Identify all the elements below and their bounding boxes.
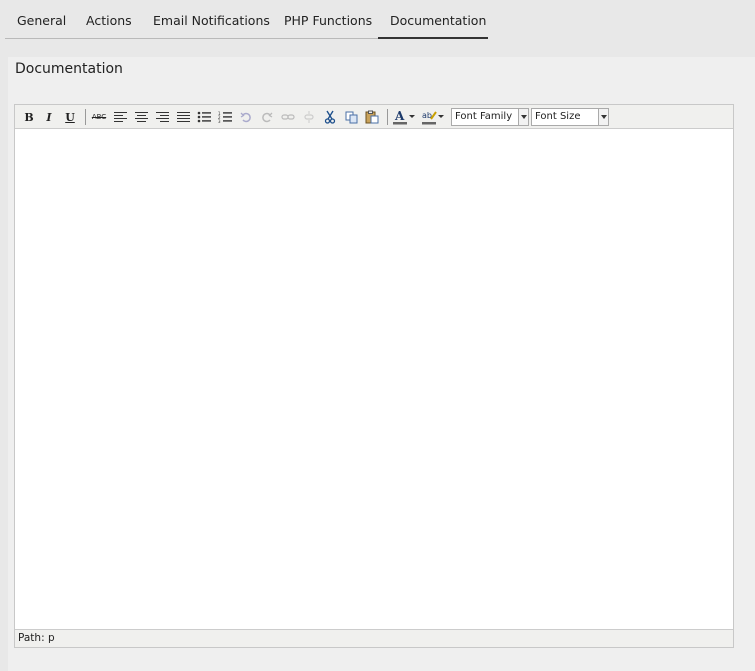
strikethrough-button[interactable]: ABC [90, 108, 108, 126]
active-tab-indicator [378, 37, 488, 39]
chevron-down-icon[interactable] [518, 109, 528, 125]
text-color-button[interactable]: A [392, 108, 408, 126]
toolbar-separator [85, 109, 86, 125]
tab-general[interactable]: General [17, 13, 66, 39]
background-color-button[interactable]: ab [421, 108, 437, 126]
align-right-icon [155, 111, 169, 123]
text-color-dropdown[interactable] [408, 108, 417, 126]
text-color-icon: A [393, 109, 407, 125]
align-left-icon [113, 111, 127, 123]
numbered-list-icon: 1 2 3 [218, 111, 232, 123]
font-family-select[interactable]: Font Family [451, 108, 529, 126]
paste-button[interactable] [363, 108, 381, 126]
tab-email-notifications[interactable]: Email Notifications [153, 13, 270, 39]
undo-icon [240, 112, 251, 123]
cut-button[interactable] [321, 108, 339, 126]
scissors-icon [324, 110, 336, 124]
bold-button[interactable]: B [20, 108, 38, 126]
copy-button[interactable] [342, 108, 360, 126]
clipboard-icon [365, 110, 379, 124]
copy-icon [345, 111, 357, 123]
font-family-label: Font Family [455, 111, 513, 122]
editor-toolbar: B I U ABC 1 2 3 A ab Font Family Font Si… [15, 105, 733, 129]
underline-button[interactable]: U [61, 108, 79, 126]
tab-php-functions[interactable]: PHP Functions [284, 13, 372, 39]
rich-text-editor: B I U ABC 1 2 3 A ab Font Family Font Si… [14, 104, 734, 648]
background-color-dropdown[interactable] [437, 108, 446, 126]
justify-button[interactable] [174, 108, 192, 126]
editor-status-path: Path: p [15, 629, 733, 647]
redo-button[interactable] [258, 108, 276, 126]
highlight-color-icon: ab [422, 111, 437, 125]
tab-actions[interactable]: Actions [86, 13, 132, 39]
redo-icon [262, 112, 273, 123]
link-button[interactable] [279, 108, 297, 126]
svg-text:3: 3 [218, 119, 221, 123]
italic-button[interactable]: I [40, 108, 58, 126]
unlink-button[interactable] [300, 108, 318, 126]
svg-text:A: A [394, 109, 405, 123]
align-center-button[interactable] [132, 108, 150, 126]
editor-content-area[interactable] [15, 129, 733, 629]
justify-icon [176, 111, 190, 123]
chevron-down-icon [438, 115, 444, 118]
chevron-down-icon [409, 115, 415, 118]
numbered-list-button[interactable]: 1 2 3 [216, 108, 234, 126]
chevron-down-icon[interactable] [598, 109, 608, 125]
tab-bar: General Actions Email Notifications PHP … [0, 0, 755, 42]
align-left-button[interactable] [111, 108, 129, 126]
font-size-select[interactable]: Font Size [531, 108, 609, 126]
unlink-icon [304, 111, 314, 123]
undo-button[interactable] [237, 108, 255, 126]
svg-text:ab: ab [422, 111, 432, 120]
font-size-label: Font Size [535, 111, 581, 122]
tab-documentation[interactable]: Documentation [390, 13, 486, 39]
link-icon [281, 114, 295, 120]
section-title: Documentation [15, 61, 123, 77]
toolbar-separator [387, 109, 388, 125]
align-center-icon [134, 111, 148, 123]
align-right-button[interactable] [153, 108, 171, 126]
bullet-list-button[interactable] [195, 108, 213, 126]
bullet-list-icon [197, 111, 211, 123]
